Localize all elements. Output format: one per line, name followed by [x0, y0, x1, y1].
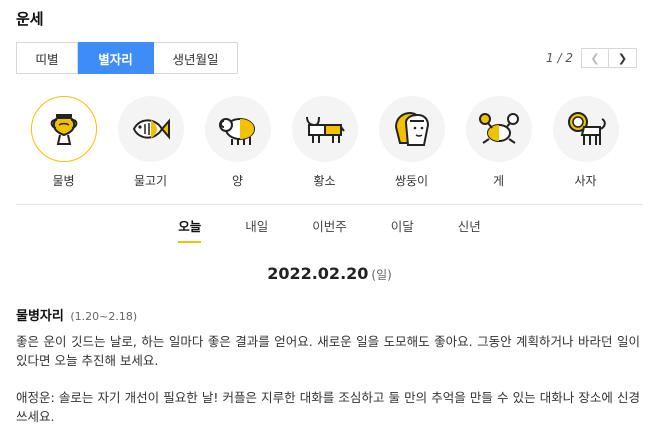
sign-taurus[interactable]: 황소 [281, 96, 368, 189]
tab-birthdate[interactable]: 생년월일 [154, 42, 238, 74]
sign-gemini[interactable]: 쌍둥이 [368, 96, 455, 189]
sign-label-cancer: 게 [492, 174, 505, 188]
fortune-type-tabs: 띠별 별자리 생년월일 [16, 42, 238, 74]
sign-label-aries: 양 [231, 174, 244, 188]
aries-icon [204, 96, 271, 162]
sign-name: 물병자리 [16, 309, 64, 324]
fortune-paragraph-general: 좋은 운이 깃드는 날로, 하는 일마다 좋은 결과를 얻어요. 새로운 일을 … [16, 334, 640, 368]
gemini-icon [378, 96, 445, 162]
tab-star-sign[interactable]: 별자리 [78, 42, 154, 74]
leo-icon [552, 96, 619, 162]
period-tab-this-month[interactable]: 이달 [391, 216, 414, 243]
fortune-paragraph-love: 애정운: 솔로는 자기 개선이 필요한 날! 커플은 지루한 대화를 조심하고 … [16, 390, 640, 424]
divider [16, 204, 643, 205]
sign-date-range: (1.20~2.18) [70, 310, 138, 323]
chevron-right-icon: ❯ [617, 51, 628, 65]
page-title: 운세 [16, 10, 44, 28]
sign-aquarius[interactable]: 물병 [20, 96, 107, 189]
pisces-icon [117, 96, 184, 162]
sign-label-leo: 사자 [574, 174, 597, 188]
period-tab-new-year[interactable]: 신년 [458, 216, 481, 243]
sign-heading: 물병자리 (1.20~2.18) [16, 305, 137, 324]
period-tab-tomorrow[interactable]: 내일 [245, 216, 268, 243]
chevron-left-icon: ❮ [590, 51, 600, 65]
sign-label-taurus: 황소 [313, 174, 336, 188]
period-tab-today[interactable]: 오늘 [178, 216, 202, 243]
sign-aries[interactable]: 양 [194, 96, 281, 189]
zodiac-sign-list: 물병 물고기 양 황소 쌍둥이 게 사자 [20, 96, 629, 189]
aquarius-icon [30, 96, 97, 162]
date-value: 2022.02.20 [267, 264, 369, 283]
sign-label-pisces: 물고기 [133, 174, 168, 188]
sign-label-gemini: 쌍둥이 [394, 174, 429, 188]
pager: 1 / 2 ❮ ❯ [546, 48, 637, 68]
period-tabs: 오늘 내일 이번주 이달 신년 [0, 216, 659, 243]
sign-pisces[interactable]: 물고기 [107, 96, 194, 189]
sign-leo[interactable]: 사자 [542, 96, 629, 189]
sign-label-aquarius: 물병 [52, 174, 75, 188]
fortune-date: 2022.02.20 (일) [0, 264, 659, 283]
tab-zodiac-animal[interactable]: 띠별 [16, 42, 78, 74]
cancer-icon [465, 96, 532, 162]
sign-cancer[interactable]: 게 [455, 96, 542, 189]
prev-page-button[interactable]: ❮ [581, 48, 609, 68]
next-page-button[interactable]: ❯ [609, 48, 637, 68]
taurus-icon [291, 96, 358, 162]
day-of-week: (일) [371, 268, 392, 282]
period-tab-this-week[interactable]: 이번주 [312, 216, 347, 243]
page-indicator: 1 / 2 [546, 51, 573, 65]
